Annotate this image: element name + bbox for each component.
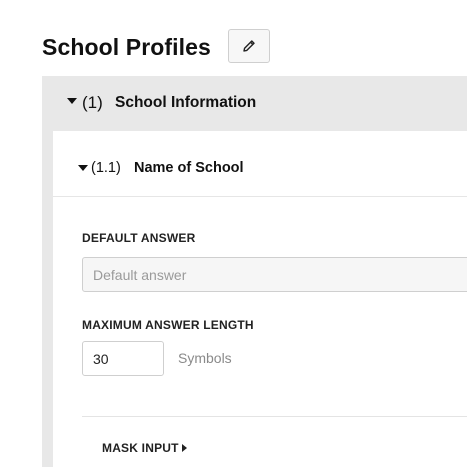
page-header: School Profiles xyxy=(42,29,211,65)
mask-input-toggle[interactable]: MASK INPUT xyxy=(102,440,187,456)
section-title: School Information xyxy=(115,94,257,111)
caret-down-icon xyxy=(78,165,88,171)
edit-title-button[interactable] xyxy=(228,29,270,63)
default-answer-input[interactable] xyxy=(82,257,467,292)
subsection-title: Name of School xyxy=(134,160,244,176)
page-title: School Profiles xyxy=(42,33,211,60)
subsection-name-of-school[interactable]: (1.1) Name of School xyxy=(53,140,467,197)
caret-right-icon xyxy=(181,444,187,452)
max-answer-length-label: MAXIMUM ANSWER LENGTH xyxy=(82,318,254,332)
section-indent-bar xyxy=(42,131,53,467)
divider xyxy=(82,416,467,417)
pencil-icon xyxy=(243,40,255,52)
section-school-information[interactable]: (1) School Information xyxy=(42,76,467,131)
default-answer-label: DEFAULT ANSWER xyxy=(82,231,196,245)
mask-input-label: MASK INPUT xyxy=(102,441,179,455)
section-number: (1) xyxy=(82,93,103,112)
subsection-number: (1.1) xyxy=(91,160,121,176)
length-unit-label: Symbols xyxy=(178,350,232,366)
max-answer-length-input[interactable] xyxy=(82,341,164,376)
caret-down-icon xyxy=(67,98,77,104)
